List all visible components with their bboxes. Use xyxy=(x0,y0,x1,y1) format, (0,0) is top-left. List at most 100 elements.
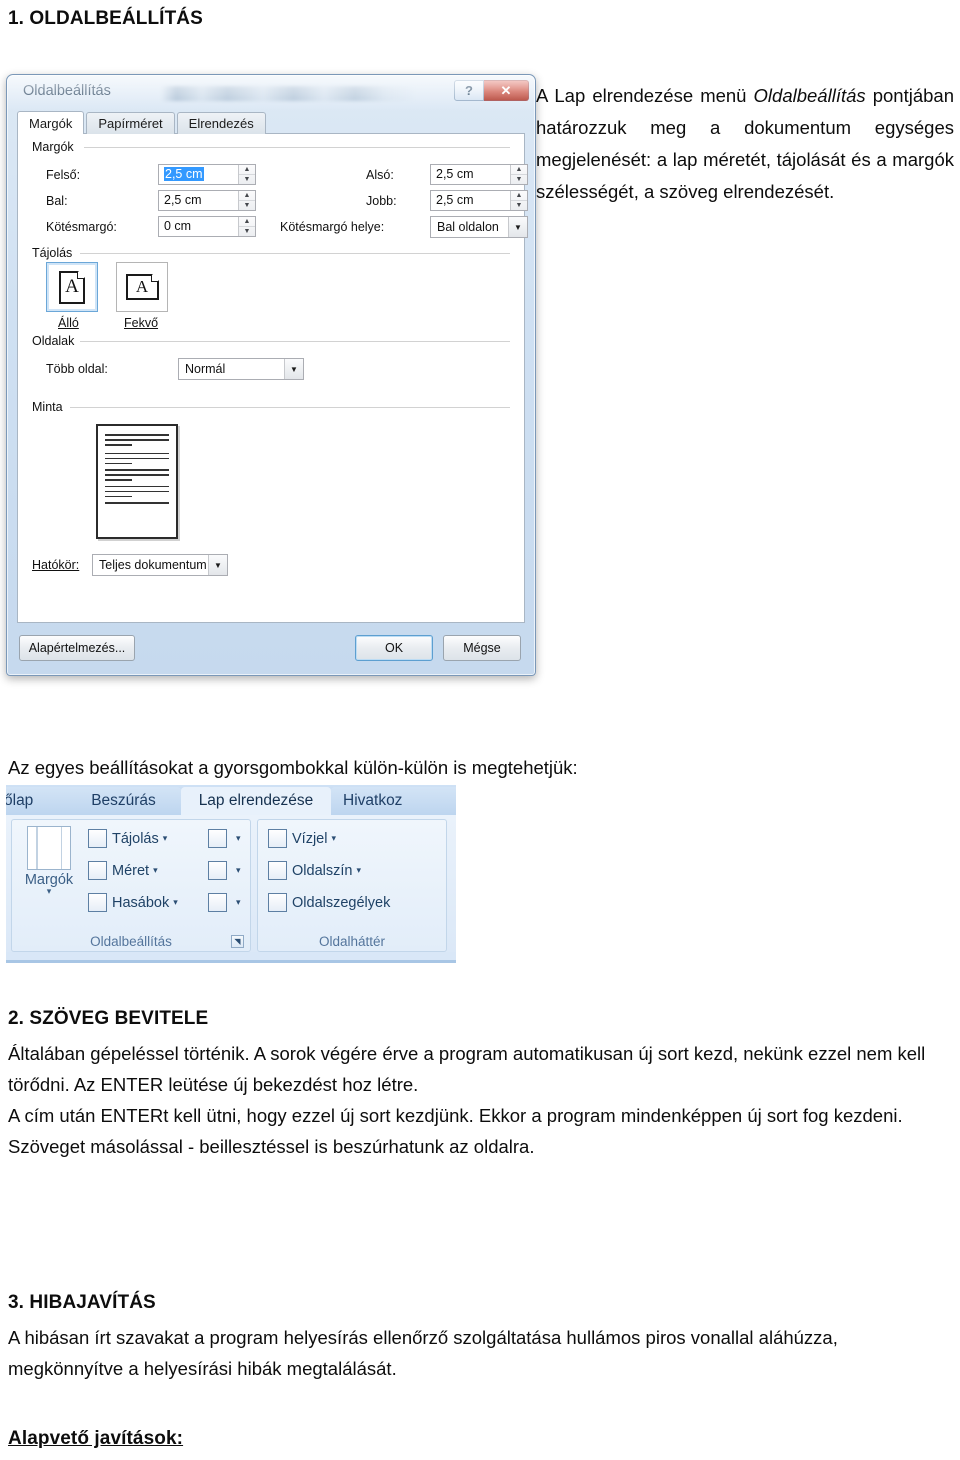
tab-margok[interactable]: Margók xyxy=(17,111,85,134)
spinner-up-icon[interactable]: ▲ xyxy=(511,191,527,201)
tab-papirmeret[interactable]: Papírméret xyxy=(86,112,175,134)
label-left: Bal: xyxy=(46,194,68,208)
group-label-margins: Margók xyxy=(32,140,79,154)
spinner-down-icon[interactable]: ▼ xyxy=(239,175,255,184)
ribbon-group-page-background-label: Oldalháttér xyxy=(318,934,386,949)
label-right: Jobb: xyxy=(366,194,397,208)
ribbon-button-watermark[interactable]: Vízjel ▾ xyxy=(268,829,336,848)
input-right-margin[interactable]: 2,5 cm ▲ ▼ xyxy=(430,190,528,211)
label-multipage: Több oldal: xyxy=(46,362,108,376)
input-left-margin-value: 2,5 cm xyxy=(164,193,202,207)
chevron-down-icon[interactable]: ▾ xyxy=(163,833,168,844)
spinner-down-icon[interactable]: ▼ xyxy=(239,227,255,236)
spinner-down-icon[interactable]: ▼ xyxy=(511,175,527,184)
ribbon-tab-hivatkozasok[interactable]: Hivatkoz xyxy=(331,787,456,815)
preview-line xyxy=(105,462,132,464)
preview-line xyxy=(105,439,169,441)
chevron-down-icon[interactable]: ▾ xyxy=(356,865,361,876)
preview-line xyxy=(105,485,169,487)
select-multipage[interactable]: Normál ▼ xyxy=(178,358,304,380)
ribbon-button-columns-label: Hasábok xyxy=(112,894,170,911)
page-setup-dialog: Oldalbeállítás ? ✕ Margók Papírméret Elr… xyxy=(6,74,536,676)
portrait-page-icon: A xyxy=(59,270,85,304)
chevron-down-icon[interactable]: ▾ xyxy=(236,897,241,908)
spinner-bottom-margin[interactable]: ▲ ▼ xyxy=(510,165,527,184)
preview-line xyxy=(105,457,169,459)
intro-part1: A Lap elrendezése menü xyxy=(536,85,754,106)
ribbon-button-breaks[interactable]: ▾ xyxy=(208,829,241,848)
input-top-margin[interactable]: 2,5 cm ▲ ▼ xyxy=(158,164,256,185)
ribbon-tabstrip: őlap Beszúrás Lap elrendezése Hivatkoz xyxy=(6,785,456,815)
section2-heading: 2. SZÖVEG BEVITELE xyxy=(8,1008,209,1029)
ribbon-button-margins[interactable]: Margók ▾ xyxy=(18,826,80,896)
ribbon-button-size[interactable]: Méret ▾ xyxy=(88,861,158,880)
section3-paragraph: A hibásan írt szavakat a program helyesí… xyxy=(8,1327,838,1379)
preview-line xyxy=(105,502,169,504)
input-gutter-value: 0 cm xyxy=(164,219,192,233)
breaks-icon xyxy=(208,829,227,848)
ribbon-group-page-setup-label: Oldalbeállítás xyxy=(90,934,172,949)
chevron-down-icon[interactable]: ▼ xyxy=(284,359,303,379)
ribbon-tab-beszuras[interactable]: Beszúrás xyxy=(66,787,181,815)
section3-heading: 3. HIBAJAVÍTÁS xyxy=(8,1292,156,1313)
spinner-up-icon[interactable]: ▲ xyxy=(239,165,255,175)
spinner-top-margin[interactable]: ▲ ▼ xyxy=(238,165,255,184)
ribbon-button-page-color[interactable]: Oldalszín ▾ xyxy=(268,861,361,880)
spinner-down-icon[interactable]: ▼ xyxy=(511,201,527,210)
ribbon-caption: Az egyes beállításokat a gyorsgombokkal … xyxy=(8,757,578,778)
select-scope[interactable]: Teljes dokumentum ▼ xyxy=(92,554,228,576)
dialog-body: Margók Papírméret Elrendezés Margók Fels… xyxy=(17,111,528,667)
ok-button[interactable]: OK xyxy=(355,635,433,661)
blurred-background-title xyxy=(161,86,416,101)
tab-elrendezes[interactable]: Elrendezés xyxy=(176,112,266,134)
default-button[interactable]: Alapértelmezés... xyxy=(19,635,135,661)
section4-heading: Alapvető javítások: xyxy=(8,1428,184,1449)
dialog-footer: Alapértelmezés... OK Mégse xyxy=(17,627,525,667)
dialog-launcher-icon[interactable]: ◥ xyxy=(231,935,244,948)
cancel-button[interactable]: Mégse xyxy=(443,635,521,661)
spinner-right-margin[interactable]: ▲ ▼ xyxy=(510,191,527,210)
ribbon-button-size-label: Méret xyxy=(112,862,150,879)
orientation-portrait[interactable]: A xyxy=(46,262,98,312)
label-gutter-position: Kötésmargó helye: xyxy=(280,220,385,234)
ribbon-group-page-setup: Margók ▾ Tájolás ▾ Méret ▾ Hasábok ▾ ▾ ▾… xyxy=(11,819,251,952)
input-gutter[interactable]: 0 cm ▲ ▼ xyxy=(158,216,256,237)
window-buttons: ? ✕ xyxy=(454,80,529,101)
group-rule-orientation xyxy=(80,253,510,254)
preview-line xyxy=(105,444,132,446)
close-icon[interactable]: ✕ xyxy=(484,80,529,101)
chevron-down-icon[interactable]: ▼ xyxy=(208,555,227,575)
chevron-down-icon[interactable]: ▾ xyxy=(331,833,336,844)
input-bottom-margin[interactable]: 2,5 cm ▲ ▼ xyxy=(430,164,528,185)
chevron-down-icon[interactable]: ▾ xyxy=(236,865,241,876)
chevron-down-icon[interactable]: ▾ xyxy=(173,897,178,908)
chevron-down-icon[interactable]: ▾ xyxy=(236,833,241,844)
ribbon-button-orientation[interactable]: Tájolás ▾ xyxy=(88,829,167,848)
ribbon-button-hyphenation[interactable]: ▾ xyxy=(208,893,241,912)
preview-line xyxy=(105,479,132,481)
input-left-margin[interactable]: 2,5 cm ▲ ▼ xyxy=(158,190,256,211)
spinner-left-margin[interactable]: ▲ ▼ xyxy=(238,191,255,210)
word-ribbon-screenshot: őlap Beszúrás Lap elrendezése Hivatkoz M… xyxy=(6,785,456,963)
spinner-up-icon[interactable]: ▲ xyxy=(239,191,255,201)
page-borders-icon xyxy=(268,893,287,912)
select-gutter-position[interactable]: Bal oldalon ▼ xyxy=(430,216,528,238)
ribbon-button-page-borders[interactable]: Oldalszegélyek xyxy=(268,893,390,912)
ribbon-body: Margók ▾ Tájolás ▾ Méret ▾ Hasábok ▾ ▾ ▾… xyxy=(6,815,456,952)
preview-line xyxy=(105,490,169,492)
spinner-up-icon[interactable]: ▲ xyxy=(239,217,255,227)
spinner-gutter[interactable]: ▲ ▼ xyxy=(238,217,255,236)
margins-icon xyxy=(27,826,71,870)
ribbon-button-line-numbers[interactable]: ▾ xyxy=(208,861,241,880)
help-icon[interactable]: ? xyxy=(454,80,484,101)
chevron-down-icon[interactable]: ▼ xyxy=(508,217,527,237)
spinner-down-icon[interactable]: ▼ xyxy=(239,201,255,210)
ribbon-button-columns[interactable]: Hasábok ▾ xyxy=(88,893,178,912)
chevron-down-icon[interactable]: ▾ xyxy=(18,887,80,896)
orientation-landscape[interactable]: A xyxy=(116,262,168,312)
spinner-up-icon[interactable]: ▲ xyxy=(511,165,527,175)
ribbon-tab-lap-elrendezese[interactable]: Lap elrendezése xyxy=(181,787,331,815)
group-rule-preview xyxy=(70,407,510,408)
chevron-down-icon[interactable]: ▾ xyxy=(153,865,158,876)
landscape-page-icon: A xyxy=(125,274,159,300)
